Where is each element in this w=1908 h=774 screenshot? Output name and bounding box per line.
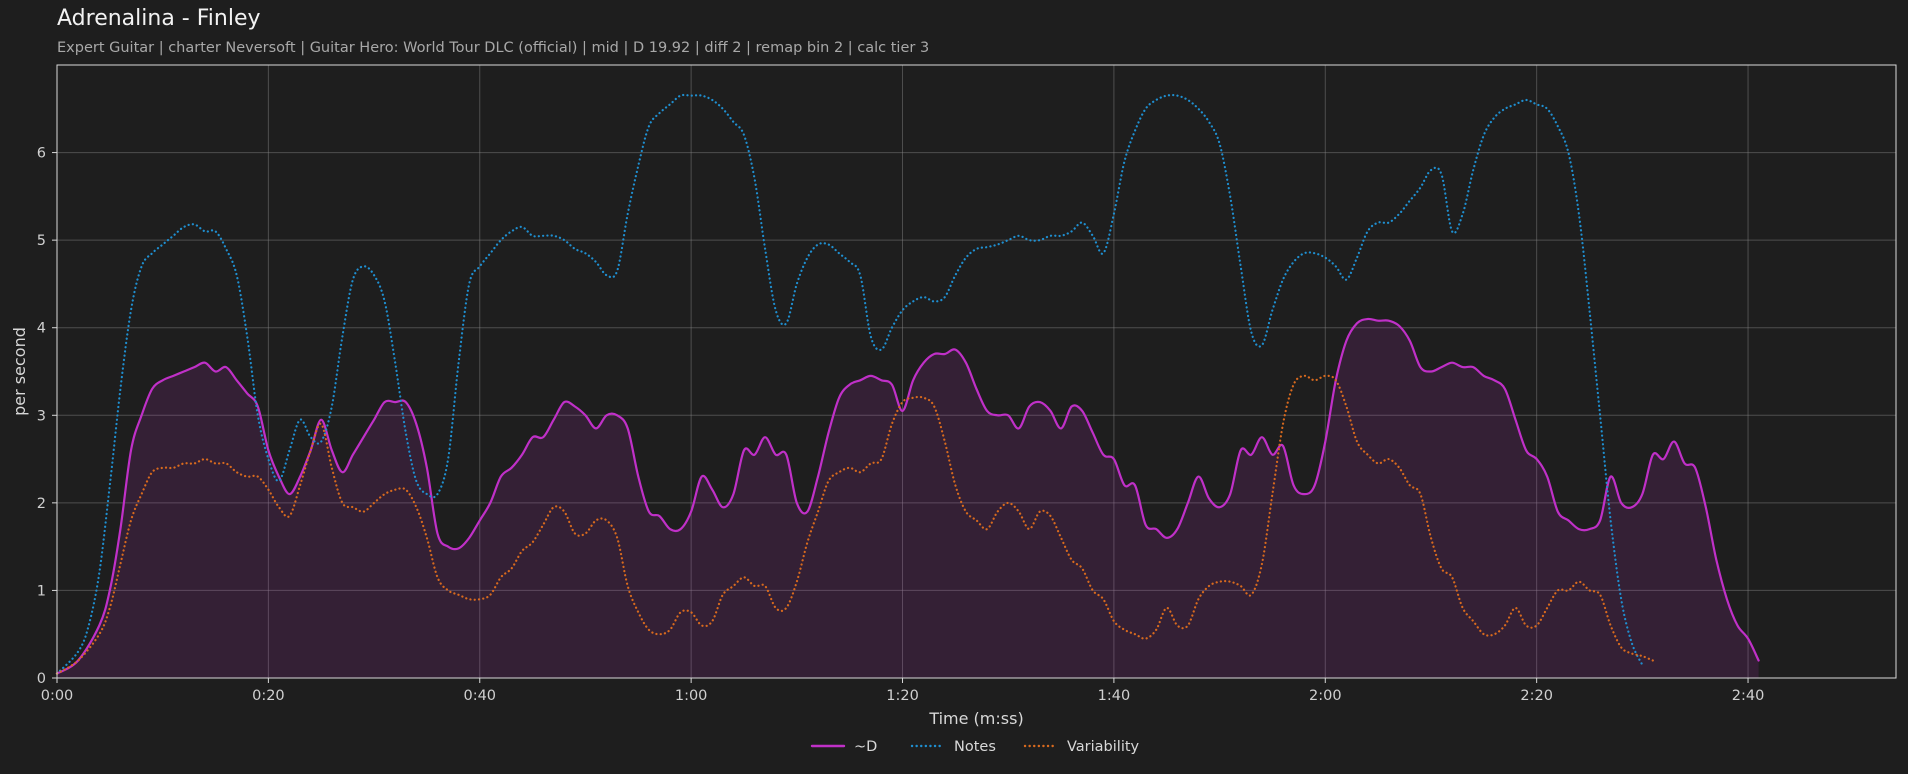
y-tick-label: 3 [37, 408, 46, 424]
x-tick-label: 2:40 [1732, 688, 1765, 704]
x-tick-label: 0:20 [252, 688, 285, 704]
series-fill-layer [57, 318, 1759, 678]
y-tick-label: 6 [37, 146, 46, 162]
line-chart: 0:00 0:20 0:40 1:00 1:20 1:40 2:00 2:20 2:40 0 1 2 3… [10, 64, 1897, 755]
x-tick-label: 2:20 [1520, 688, 1553, 704]
y-tick-label: 0 [37, 671, 46, 687]
y-tick-label: 2 [37, 496, 46, 512]
x-tick-label: 1:20 [886, 688, 919, 704]
x-tick-label: 1:40 [1098, 688, 1131, 704]
y-axis-label: per second [10, 327, 29, 416]
legend-label-d: ~D [854, 739, 877, 755]
y-tick-label: 4 [37, 321, 46, 337]
legend: ~D Notes Variability [810, 739, 1140, 755]
series-area-d [57, 318, 1759, 678]
x-axis-label: Time (m:ss) [928, 709, 1023, 728]
legend-label-notes: Notes [954, 739, 996, 755]
x-tick-label: 1:00 [675, 688, 708, 704]
x-tick-label: 0:40 [463, 688, 496, 704]
x-tick-label: 0:00 [41, 688, 74, 704]
y-tick-label: 1 [37, 583, 46, 599]
legend-label-variability: Variability [1067, 739, 1140, 755]
y-tick-label: 5 [37, 233, 46, 249]
x-tick-label: 2:00 [1309, 688, 1342, 704]
